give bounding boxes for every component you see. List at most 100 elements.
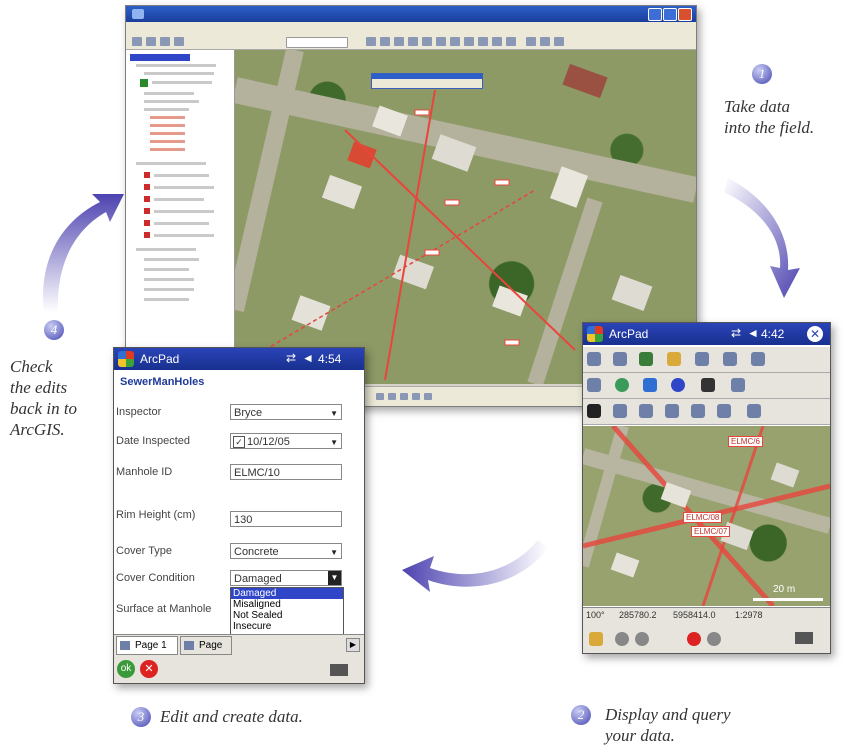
toc-row[interactable] (144, 298, 189, 301)
toc-row[interactable] (144, 92, 194, 95)
option-insecure[interactable]: Insecure (231, 621, 343, 632)
toc-row[interactable] (150, 140, 185, 143)
toc-row[interactable] (136, 64, 216, 67)
new-icon[interactable] (132, 37, 142, 46)
info-icon[interactable] (671, 378, 685, 392)
date-inspected-picker[interactable]: ✓ 10/12/05 ▼ (230, 433, 342, 449)
pan-icon[interactable] (422, 37, 432, 46)
toc-row[interactable] (154, 234, 214, 237)
toc-row[interactable] (154, 174, 209, 177)
binoculars-icon[interactable] (701, 378, 715, 392)
pen-icon[interactable] (731, 378, 745, 392)
toc-selected-layer[interactable] (130, 54, 190, 61)
toc-row[interactable] (154, 222, 209, 225)
draw-icon[interactable] (388, 393, 396, 400)
tab-scroll-right-icon[interactable]: ▶ (346, 638, 360, 652)
snap-icon[interactable] (747, 404, 761, 418)
keyboard-icon[interactable] (330, 664, 348, 676)
manhole-label[interactable]: ELMC/6 (728, 436, 763, 447)
maximize-button[interactable] (663, 8, 677, 21)
cover-condition-dropdown[interactable]: Damaged ▼ (230, 570, 342, 586)
draw-icon[interactable] (400, 393, 408, 400)
toc-row[interactable] (152, 81, 212, 84)
toc-row[interactable] (136, 248, 196, 251)
toc-row[interactable] (150, 148, 185, 151)
full-extent-icon[interactable] (436, 37, 446, 46)
toc-row[interactable] (154, 210, 214, 213)
identify-icon[interactable] (450, 37, 460, 46)
floating-toolbar-titlebar[interactable] (372, 74, 482, 79)
tools-icon[interactable] (723, 352, 737, 366)
option-damaged[interactable]: Damaged (231, 588, 343, 599)
gps-fix-icon[interactable] (635, 632, 649, 646)
rim-height-field[interactable]: 130 (230, 511, 342, 527)
inspector-dropdown[interactable]: Bryce ▼ (230, 404, 342, 420)
back-arrow-icon[interactable] (643, 378, 657, 392)
toc-row[interactable] (150, 116, 185, 119)
manhole-label[interactable]: ELMC/07 (691, 526, 731, 537)
toc-row[interactable] (144, 288, 194, 291)
sketch-icon[interactable] (380, 37, 390, 46)
toc-row[interactable] (144, 278, 194, 281)
toc-row[interactable] (136, 162, 206, 165)
pda-aerial-map[interactable]: ELMC/6 ELMC/08 ELMC/07 20 m (583, 426, 830, 606)
form-icon[interactable] (717, 404, 731, 418)
add-layer-icon[interactable] (639, 352, 653, 366)
vertex-icon[interactable] (691, 404, 705, 418)
toc-row[interactable] (150, 132, 185, 135)
connectivity-icon[interactable]: ⇄ (286, 351, 296, 365)
draw-icon[interactable] (424, 393, 432, 400)
minimize-button[interactable] (648, 8, 662, 21)
tab-page-1[interactable]: Page 1 (116, 636, 178, 655)
option-misaligned[interactable]: Misaligned (231, 599, 343, 610)
scale-combo[interactable] (286, 37, 348, 48)
cover-type-dropdown[interactable]: Concrete ▼ (230, 543, 342, 559)
settings-icon[interactable] (707, 632, 721, 646)
toc-row[interactable] (144, 268, 189, 271)
windows-start-icon[interactable] (587, 326, 603, 342)
pointer-icon[interactable] (587, 404, 601, 418)
polygon-icon[interactable] (665, 404, 679, 418)
editor-icon[interactable] (366, 37, 376, 46)
zoom-in-icon[interactable] (394, 37, 404, 46)
zoom-icon[interactable] (587, 378, 601, 392)
save-icon[interactable] (160, 37, 170, 46)
save-icon[interactable] (613, 352, 627, 366)
toc-row[interactable] (144, 72, 214, 75)
folder-icon[interactable] (589, 632, 603, 646)
toc-row[interactable] (144, 100, 199, 103)
check-out-icon[interactable] (554, 37, 564, 46)
measure-icon[interactable] (478, 37, 488, 46)
speaker-icon[interactable]: ◄ (302, 351, 314, 365)
print-icon[interactable] (174, 37, 184, 46)
toc-row[interactable] (154, 198, 204, 201)
draw-icon[interactable] (376, 393, 384, 400)
zoom-out-icon[interactable] (408, 37, 418, 46)
gps-icon[interactable] (695, 352, 709, 366)
ok-icon[interactable]: ok (117, 660, 135, 678)
chevron-down-icon[interactable]: ▼ (328, 571, 341, 585)
windows-start-icon[interactable] (118, 351, 134, 367)
find-icon[interactable] (464, 37, 474, 46)
close-button[interactable] (678, 8, 692, 21)
floating-editor-toolbar[interactable] (371, 73, 483, 89)
cancel-icon[interactable]: ✕ (140, 660, 158, 678)
toc-row[interactable] (144, 108, 189, 111)
open-icon[interactable] (587, 352, 601, 366)
toc-row[interactable] (150, 124, 185, 127)
option-not-sealed[interactable]: Not Sealed (231, 610, 343, 621)
arcpad-icon[interactable] (526, 37, 536, 46)
close-icon[interactable]: ✕ (807, 326, 823, 342)
draw-icon[interactable] (412, 393, 420, 400)
toc-row[interactable] (154, 186, 214, 189)
speaker-icon[interactable]: ◄ (747, 326, 759, 340)
open-icon[interactable] (146, 37, 156, 46)
manhole-id-field[interactable]: ELMC/10 (230, 464, 342, 480)
tab-page-2[interactable]: Page (180, 636, 232, 655)
select-icon[interactable] (506, 37, 516, 46)
full-extent-icon[interactable] (615, 378, 629, 392)
check-in-icon[interactable] (540, 37, 550, 46)
stop-icon[interactable] (687, 632, 701, 646)
record-icon[interactable] (615, 632, 629, 646)
line-icon[interactable] (639, 404, 653, 418)
